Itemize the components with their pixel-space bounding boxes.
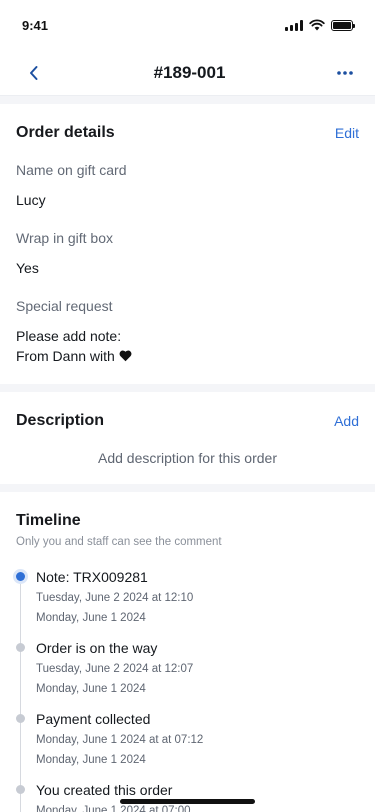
signal-icon	[285, 19, 303, 31]
timeline-item-timestamp: Monday, June 1 2024 at at 07:12	[36, 734, 204, 746]
back-button[interactable]	[22, 61, 46, 85]
timeline-dot	[16, 643, 25, 652]
timeline-dot-active	[16, 572, 25, 581]
gift-box-label: Wrap in gift box	[16, 230, 114, 246]
timeline-dot	[16, 714, 25, 723]
status-time: 9:41	[22, 17, 49, 33]
status-icons	[285, 19, 355, 31]
timeline-list: Note: TRX009281 Tuesday, June 2 2024 at …	[16, 568, 359, 812]
timeline-title: Timeline	[16, 512, 81, 529]
timeline-item-date: Monday, June 1 2024	[36, 612, 146, 624]
section-divider	[0, 384, 375, 392]
section-divider	[0, 96, 375, 104]
more-horizontal-icon	[337, 70, 353, 75]
timeline-dot	[16, 785, 25, 794]
timeline-item-title: Payment collected	[36, 711, 151, 727]
description-placeholder[interactable]: Add description for this order	[16, 450, 359, 466]
timeline-item: You created this order Monday, June 1 20…	[16, 781, 359, 812]
heart-icon	[119, 350, 132, 362]
add-description-link[interactable]: Add	[334, 413, 359, 429]
order-details-title: Order details	[16, 124, 115, 141]
more-button[interactable]	[333, 61, 357, 85]
timeline-subtitle: Only you and staff can see the comment	[16, 536, 222, 548]
gift-card-name-value: Lucy	[16, 192, 46, 208]
timeline-item-title: Order is on the way	[36, 640, 158, 656]
gift-card-name-label: Name on gift card	[16, 162, 127, 178]
order-details-section: Order details Edit Name on gift card Luc…	[0, 104, 375, 384]
timeline-item: Note: TRX009281 Tuesday, June 2 2024 at …	[16, 568, 359, 625]
special-request-value: Please add note: From Dann with	[16, 326, 359, 366]
nav-bar: #189-001	[0, 50, 375, 96]
section-divider	[0, 484, 375, 492]
special-request-line-1: Please add note:	[16, 328, 122, 344]
timeline-item-timestamp: Tuesday, June 2 2024 at 12:07	[36, 663, 194, 675]
timeline-item-title: You created this order	[36, 782, 173, 798]
timeline-item-date: Monday, June 1 2024	[36, 683, 146, 695]
home-indicator[interactable]	[120, 799, 255, 804]
timeline-item: Payment collected Monday, June 1 2024 at…	[16, 710, 359, 767]
timeline-item: Order is on the way Tuesday, June 2 2024…	[16, 639, 359, 696]
description-title: Description	[16, 412, 105, 429]
wifi-icon	[309, 19, 325, 31]
gift-box-value: Yes	[16, 260, 39, 276]
edit-link[interactable]: Edit	[335, 125, 359, 141]
timeline-item-date: Monday, June 1 2024	[36, 754, 146, 766]
timeline-section: Timeline Only you and staff can see the …	[0, 492, 375, 812]
special-request-line-2: From Dann with	[16, 346, 359, 366]
chevron-left-icon	[30, 65, 38, 80]
battery-icon	[331, 19, 355, 31]
page-title: #189-001	[153, 62, 226, 82]
timeline-item-timestamp: Monday, June 1 2024 at 07:00	[36, 805, 191, 812]
description-section: Description Add Add description for this…	[0, 392, 375, 484]
timeline-item-title: Note: TRX009281	[36, 569, 148, 585]
timeline-item-timestamp: Tuesday, June 2 2024 at 12:10	[36, 592, 194, 604]
special-request-label: Special request	[16, 298, 113, 314]
special-request-line-2-text: From Dann with	[16, 348, 115, 364]
status-bar: 9:41	[0, 0, 375, 50]
